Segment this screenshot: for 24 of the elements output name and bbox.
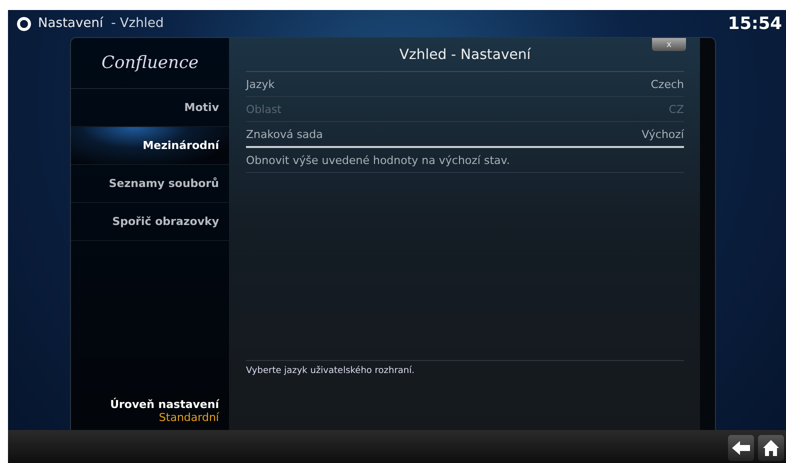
setting-row[interactable]: Jazyk Czech xyxy=(246,72,684,97)
settings-icon xyxy=(16,16,32,32)
home-button[interactable] xyxy=(758,435,784,461)
setting-label: Oblast xyxy=(246,102,282,116)
setting-label: Znaková sada xyxy=(246,128,323,140)
settings-level-label: Úroveň nastavení xyxy=(110,398,219,411)
home-icon xyxy=(762,439,780,457)
back-button[interactable] xyxy=(728,435,754,461)
page-subtitle: - Vzhled xyxy=(111,16,164,31)
clock: 15:54 xyxy=(728,14,782,34)
page-title: Nastavení xyxy=(38,16,104,31)
scrollbar[interactable] xyxy=(700,38,715,430)
setting-value: Výchozí xyxy=(642,128,684,140)
setting-label: Jazyk xyxy=(246,78,275,90)
close-button[interactable]: x xyxy=(652,38,686,51)
setting-value: Czech xyxy=(650,78,684,90)
setting-value: CZ xyxy=(668,102,684,116)
dialog-title: Vzhled - Nastavení xyxy=(399,46,531,62)
sidebar-item[interactable]: Mezinárodní xyxy=(71,127,229,165)
setting-label: Obnovit výše uvedené hodnoty na výchozí stav. xyxy=(246,154,510,166)
setting-row[interactable]: Znaková sada Výchozí xyxy=(246,122,684,148)
settings-level-value[interactable]: Standardní xyxy=(158,411,219,424)
back-arrow-icon xyxy=(732,441,750,455)
setting-row[interactable]: Obnovit výše uvedené hodnoty na výchozí stav. xyxy=(246,148,684,173)
